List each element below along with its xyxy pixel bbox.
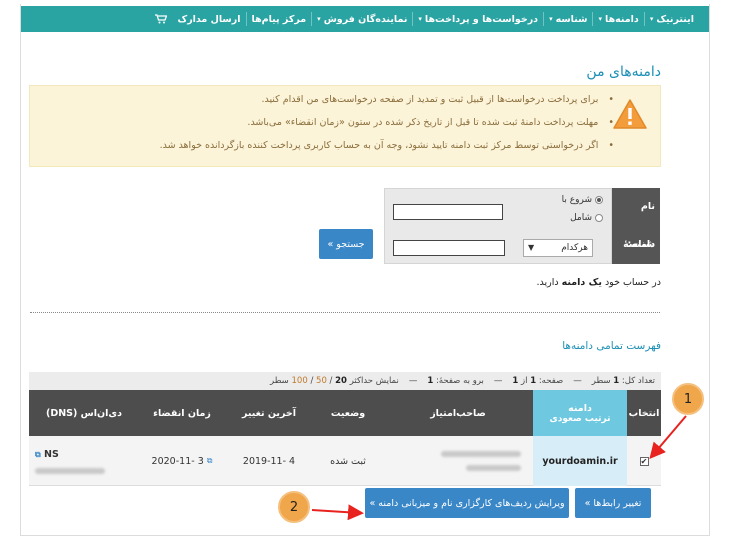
alert-line: اگر درخواستی توسط مرکز ثبت دامنه تایید ن… (160, 140, 614, 151)
nav-handle[interactable]: شناسه ▾ (544, 14, 592, 25)
domain-list-title: فهرست تمامی دامنه‌ها (562, 340, 661, 352)
nav-domains[interactable]: دامنه‌ها ▾ (593, 14, 643, 25)
cart-icon[interactable] (150, 14, 172, 24)
alert-line: مهلت پرداخت دامنهٔ ثبت شده تا قبل از تار… (160, 117, 614, 128)
col-holder: صاحب‌امتیاز (430, 407, 486, 419)
col-expiry: زمان انقضاء (153, 407, 211, 419)
chevron-down-icon: ▾ (598, 15, 602, 23)
redacted-handle (466, 465, 521, 471)
annotation-badge-1: 1 (672, 383, 704, 415)
edit-dns-records-button[interactable]: ویرایش ردیف‌های کارگزاری نام و میزبانی د… (365, 488, 569, 518)
nav-documents[interactable]: ارسال مدارک (172, 14, 245, 25)
search-button[interactable]: جستجو » (319, 229, 373, 259)
last-change-cell: 2019-11- 4 (242, 455, 296, 467)
warning-icon (613, 99, 647, 129)
chevron-down-icon: ▾ (649, 15, 654, 23)
sort-ascending[interactable]: ترتیب صعودی (550, 414, 611, 424)
radio-contains[interactable]: شامل (570, 213, 603, 223)
chevron-down-icon: ▾ (418, 15, 422, 23)
contact-handle-input[interactable] (393, 240, 505, 256)
col-dns: دی‌ان‌اس (DNS) (46, 407, 122, 419)
page-size: نمایش حداکثر 20 / 50 / 100 سطر (270, 376, 399, 386)
external-link-icon[interactable]: ⧉ (35, 450, 41, 459)
total-count: تعداد کل: 1 سطر (591, 376, 655, 386)
radio-button[interactable] (595, 214, 603, 222)
col-status: وضعیت (330, 407, 366, 419)
chevron-down-icon: ▾ (317, 15, 321, 23)
table-header: انتخاب دامنه ترتیب صعودی صاحب‌امتیاز وضع… (29, 390, 661, 436)
external-link-icon[interactable]: ⧉ (207, 456, 213, 466)
goto-page[interactable]: برو به صفحهٔ: 1 (427, 376, 484, 386)
page-size-50[interactable]: 50 (316, 376, 327, 386)
nav-resellers[interactable]: نماینده‌گان فروش ▾ (312, 14, 412, 25)
nav-irnic[interactable]: اینترنیک ▾ (645, 14, 699, 25)
nav-divider (543, 12, 545, 26)
dns-link[interactable]: ⧉ NS (35, 449, 59, 460)
nav-requests[interactable]: درخواست‌ها و پرداخت‌ها ▾ (413, 14, 543, 25)
page-title: دامنه‌های من (586, 64, 661, 80)
holder-cell (383, 436, 533, 486)
dns-cell: ⧉ NS (29, 436, 139, 486)
radio-button[interactable] (595, 196, 603, 204)
nav-divider (311, 12, 313, 26)
col-domain[interactable]: دامنه ترتیب صعودی (533, 390, 627, 436)
table-row: ✔ yourdoamin.ir ثبت شده 2019-11- 4 2020-… (29, 436, 661, 486)
col-last-change: آخرین تغییر (241, 407, 297, 419)
nav-messages[interactable]: مرکز پیام‌ها (247, 14, 312, 25)
expiry-cell: 2020-11- 3 ⧉ (151, 455, 213, 467)
nav-divider (592, 12, 594, 26)
col-select: انتخاب (628, 407, 660, 419)
redacted-holder (441, 451, 521, 457)
domain-name-cell[interactable]: yourdoamin.ir (533, 436, 627, 486)
domain-name-label: نام دامنه: (627, 201, 655, 250)
table-info-bar: تعداد کل: 1 سطر — صفحه: 1 از 1 — برو به … (29, 372, 661, 390)
redacted-ns (35, 467, 105, 474)
chevron-down-icon: ▾ (549, 15, 553, 23)
contact-handle-label: شناسهٔ رابط: (623, 239, 655, 288)
contact-type-select[interactable]: هرکدام ▼ (523, 239, 593, 257)
page-indicator: صفحه: 1 از 1 (512, 376, 564, 386)
nav-divider (412, 12, 414, 26)
page-size-20[interactable]: 20 (335, 376, 347, 386)
nav-divider (643, 12, 645, 26)
checkbox[interactable]: ✔ (639, 456, 649, 466)
domain-search-input[interactable] (393, 204, 503, 220)
radio-starts-with[interactable]: شروع با (562, 195, 603, 205)
page-size-100[interactable]: 100 (292, 376, 308, 386)
alert-line: برای پرداخت درخواست‌ها از قبیل ثبت و تمد… (160, 94, 614, 105)
search-fields: شروع با شامل هرکدام ▼ (384, 188, 612, 264)
nav-divider (245, 12, 247, 26)
divider (30, 312, 660, 313)
annotation-badge-2: 2 (278, 491, 310, 523)
info-alert: برای پرداخت درخواست‌ها از قبیل ثبت و تمد… (29, 85, 661, 167)
domain-count-text: در حساب خود یک دامنه دارید. (536, 277, 662, 288)
top-nav: اینترنیک ▾ دامنه‌ها ▾ شناسه ▾ درخواست‌ها و … (21, 6, 709, 32)
change-contacts-button[interactable]: تغییر رابط‌ها » (575, 488, 651, 518)
chevron-down-icon: ▼ (528, 243, 535, 252)
row-checkbox[interactable]: ✔ (627, 436, 661, 486)
status-cell: ثبت شده (330, 455, 366, 467)
search-labels: نام دامنه: شناسهٔ رابط: (612, 188, 660, 288)
